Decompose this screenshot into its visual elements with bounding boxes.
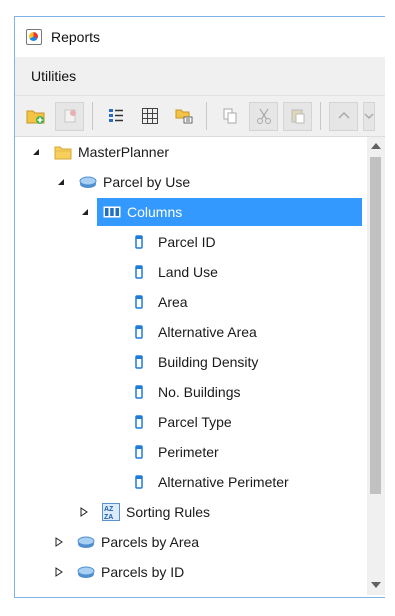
column-item[interactable]: Building Density	[130, 348, 258, 376]
tree-label: Columns	[127, 204, 183, 220]
tree-label: Area	[158, 294, 188, 310]
sort-az-icon: AZ ZA	[102, 503, 120, 521]
column-icon	[130, 324, 148, 340]
list-view-icon	[108, 109, 123, 122]
svg-text:AZ: AZ	[104, 506, 114, 513]
collapse-arrow-icon[interactable]	[55, 176, 67, 188]
column-icon	[130, 414, 148, 430]
column-icon	[130, 264, 148, 280]
window-title: Reports	[51, 29, 101, 45]
paste-button[interactable]	[283, 101, 312, 131]
tree-label: MasterPlanner	[78, 144, 170, 160]
column-item[interactable]: Perimeter	[130, 438, 219, 466]
scrollbar-thumb[interactable]	[370, 157, 381, 494]
menu-bar: Utilities	[15, 57, 385, 96]
svg-text:ZA: ZA	[104, 514, 113, 521]
tree-label: Parcels by Area	[101, 534, 200, 550]
scroll-down-arrow-icon[interactable]	[367, 576, 385, 593]
move-up-icon	[337, 111, 350, 119]
column-item[interactable]: No. Buildings	[130, 378, 241, 406]
add-report-icon	[64, 109, 76, 123]
column-item[interactable]: Land Use	[130, 258, 218, 286]
column-icon	[130, 474, 148, 490]
column-icon	[130, 294, 148, 310]
column-item[interactable]: Parcel ID	[130, 228, 216, 256]
expand-arrow-icon[interactable]	[53, 566, 65, 578]
toolbar-separator	[92, 102, 93, 130]
vertical-scrollbar[interactable]	[367, 137, 385, 595]
column-icon	[130, 444, 148, 460]
toolbar	[15, 96, 385, 137]
tree-label: Parcels by ID	[101, 564, 185, 580]
reports-window: Reports Utilities MasterPlanner Parcel b…	[14, 16, 385, 598]
tree-node-parcel-by-use[interactable]: Parcel by Use	[55, 168, 190, 196]
paste-icon	[291, 109, 304, 124]
report-icon	[77, 564, 95, 580]
toolbar-separator	[206, 102, 207, 130]
copy-button[interactable]	[215, 102, 244, 131]
add-folder-icon	[26, 110, 44, 124]
columns-icon	[103, 204, 121, 220]
report-icon	[79, 174, 97, 190]
tree-label: Alternative Area	[158, 324, 257, 340]
tree-label: No. Buildings	[158, 384, 241, 400]
menu-utilities[interactable]: Utilities	[31, 68, 76, 84]
report-tree: MasterPlanner Parcel by Use Columns Parc…	[15, 137, 385, 595]
column-item[interactable]: Alternative Area	[130, 318, 257, 346]
scroll-up-arrow-icon[interactable]	[367, 137, 385, 154]
title-bar: Reports	[15, 17, 385, 57]
move-up-button[interactable]	[329, 101, 358, 131]
tree-node-masterplanner[interactable]: MasterPlanner	[30, 138, 169, 166]
tree-label: Sorting Rules	[126, 504, 211, 520]
tree-node-parcels-by-area[interactable]: Parcels by Area	[53, 528, 199, 556]
column-item[interactable]: Alternative Perimeter	[130, 468, 289, 496]
add-folder-button[interactable]	[21, 102, 50, 131]
column-item[interactable]: Area	[130, 288, 188, 316]
add-report-button[interactable]	[55, 101, 84, 131]
tree-label: Parcel by Use	[103, 174, 191, 190]
cut-icon	[256, 108, 271, 124]
expand-arrow-icon[interactable]	[78, 506, 90, 518]
tree-node-columns[interactable]: Columns	[97, 198, 362, 226]
report-icon	[77, 534, 95, 550]
column-icon	[130, 234, 148, 250]
tree-label: Parcel ID	[158, 234, 216, 250]
tree-node-sorting-rules[interactable]: AZ ZA Sorting Rules	[78, 498, 210, 526]
toolbar-separator	[320, 102, 321, 130]
tree-label: Alternative Perimeter	[158, 474, 289, 490]
tree-label: Building Density	[158, 354, 259, 370]
reports-app-icon	[26, 29, 42, 45]
tree-node-parcels-by-id[interactable]: Parcels by ID	[53, 558, 184, 586]
move-down-icon	[364, 113, 374, 120]
expand-arrow-icon[interactable]	[53, 536, 65, 548]
properties-icon	[175, 109, 192, 124]
tree-label: Land Use	[158, 264, 218, 280]
column-icon	[130, 354, 148, 370]
tree-label: Parcel Type	[158, 414, 232, 430]
column-icon	[130, 384, 148, 400]
properties-button[interactable]	[169, 102, 198, 131]
collapse-arrow-icon[interactable]	[79, 206, 91, 218]
collapse-arrow-icon[interactable]	[30, 146, 42, 158]
cut-button[interactable]	[249, 101, 278, 131]
list-view-button[interactable]	[101, 102, 130, 131]
grid-icon	[141, 108, 158, 124]
move-down-button[interactable]	[363, 101, 375, 131]
tree-label: Perimeter	[158, 444, 219, 460]
copy-icon	[223, 108, 236, 124]
grid-button[interactable]	[135, 102, 164, 131]
folder-icon	[54, 144, 72, 160]
column-item[interactable]: Parcel Type	[130, 408, 232, 436]
